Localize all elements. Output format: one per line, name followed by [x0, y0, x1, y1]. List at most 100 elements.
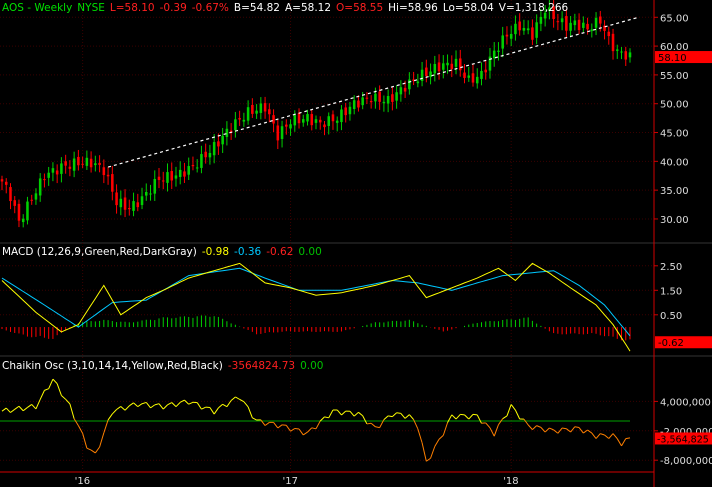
- candle-body: [628, 52, 632, 58]
- candle-body: [246, 107, 250, 121]
- chaikin-line-segment: [167, 402, 172, 406]
- chaikin-line-segment: [388, 415, 393, 418]
- symbol-label: AOS - Weekly: [2, 2, 73, 14]
- chaikin-line-segment: [302, 431, 308, 436]
- candle-body: [208, 152, 212, 158]
- candle-body: [514, 23, 517, 35]
- chaikin-line-segment: [48, 378, 54, 389]
- chaikin-line-segment: [353, 411, 359, 417]
- candle-body: [21, 218, 25, 223]
- chaikin-line-segment: [18, 405, 24, 412]
- macd-zero-value: 0.00: [298, 246, 322, 258]
- chaikin-line-segment: [562, 427, 567, 430]
- candle-body: [255, 110, 258, 114]
- volume-value: V=1,318,266: [498, 2, 569, 14]
- chaikin-line-segment: [213, 407, 219, 415]
- candle-body: [467, 75, 471, 78]
- candle-body: [26, 201, 29, 221]
- price-tick-label: 55.00: [660, 71, 689, 82]
- candle-body: [34, 193, 38, 200]
- chaikin-line-segment: [86, 447, 92, 451]
- candle-body: [111, 174, 114, 192]
- candle-body: [47, 172, 50, 178]
- candle-body: [187, 166, 190, 175]
- chaikin-line-segment: [277, 424, 283, 429]
- candle-body: [416, 81, 420, 84]
- chaikin-line-segment: [570, 426, 576, 433]
- candle-body: [221, 135, 224, 145]
- candle-body: [191, 164, 195, 167]
- candle-body: [382, 101, 386, 104]
- chaikin-line-segment: [430, 446, 436, 459]
- candle-body: [344, 107, 347, 116]
- candle-body: [420, 69, 424, 81]
- candle-body: [560, 18, 564, 23]
- chaikin-line-segment: [404, 414, 410, 419]
- candle-body: [38, 178, 42, 196]
- candle-body: [450, 63, 454, 70]
- chaikin-line-segment: [171, 402, 177, 408]
- chaikin-line-segment: [61, 395, 66, 400]
- chaikin-line-segment: [625, 437, 631, 440]
- chaikin-line-segment: [574, 426, 580, 429]
- chaikin-line-segment: [485, 422, 491, 429]
- change-pct: -0.67%: [191, 2, 229, 14]
- candle-body: [454, 58, 458, 67]
- chaikin-line-segment: [52, 378, 58, 384]
- last-price: L=58.10: [109, 2, 155, 14]
- chaikin-line-segment: [498, 418, 504, 426]
- candle-body: [497, 50, 500, 52]
- candle-body: [30, 199, 33, 201]
- high-value: Hi=58.96: [388, 2, 438, 14]
- chaikin-line-segment: [56, 383, 62, 396]
- chaikin-line-segment: [455, 414, 461, 420]
- candle-body: [331, 114, 335, 122]
- candle-body: [442, 63, 445, 70]
- candle-body: [357, 100, 360, 108]
- chaikin-value: -3564824.73: [227, 360, 296, 372]
- chaikin-line-segment: [273, 422, 279, 429]
- x-tick-label: '18: [503, 476, 518, 487]
- chaikin-line-segment: [5, 407, 11, 413]
- candle-body: [106, 174, 110, 177]
- chaikin-line-segment: [396, 412, 401, 414]
- chaikin-line-segment: [69, 403, 75, 419]
- candle-body: [17, 203, 21, 221]
- chaikin-line-segment: [566, 428, 571, 433]
- chaikin-label: Chaikin Osc (3,10,14,14,Yellow,Red,Black…: [2, 360, 223, 372]
- macd-tick-label: 1.50: [660, 286, 682, 297]
- candle-body: [314, 119, 318, 123]
- candle-body: [89, 158, 93, 168]
- candle-body: [522, 28, 526, 31]
- chaikin-line-segment: [506, 404, 512, 417]
- candle-body: [102, 167, 106, 176]
- chaikin-line-segment: [298, 428, 304, 436]
- chart-window: '16'17'18 65.00 60.00 55.00 50.00 45.00 40.00 3…: [0, 0, 712, 487]
- candle-body: [60, 163, 63, 174]
- candle-body: [569, 22, 572, 31]
- candle-body: [280, 126, 284, 139]
- chaikin-line-segment: [514, 409, 521, 420]
- chaikin-line-segment: [10, 408, 16, 413]
- candle-body: [123, 197, 127, 210]
- chaikin-zero-value: 0.00: [300, 360, 324, 372]
- candle-body: [526, 28, 530, 31]
- candle-body: [624, 51, 628, 60]
- candle-body: [348, 106, 352, 115]
- chart-canvas[interactable]: '16'17'1865.0060.0055.0050.0045.0040.003…: [0, 0, 712, 487]
- chaikin-line-segment: [324, 416, 329, 419]
- candle-body: [594, 17, 598, 28]
- candle-body: [9, 187, 12, 202]
- candle-body: [225, 128, 229, 137]
- chaikin-line-segment: [31, 404, 37, 410]
- chaikin-line-segment: [218, 403, 223, 409]
- candle-body: [140, 196, 144, 206]
- chaikin-line-segment: [540, 427, 546, 433]
- chaikin-line-segment: [464, 414, 470, 420]
- exchange-label: NYSE: [77, 2, 105, 14]
- candle-body: [611, 33, 615, 52]
- signal-value: -0.36: [234, 246, 262, 258]
- candle-body: [263, 103, 267, 112]
- chaikin-line-segment: [315, 420, 321, 430]
- chaikin-line-segment: [311, 427, 317, 430]
